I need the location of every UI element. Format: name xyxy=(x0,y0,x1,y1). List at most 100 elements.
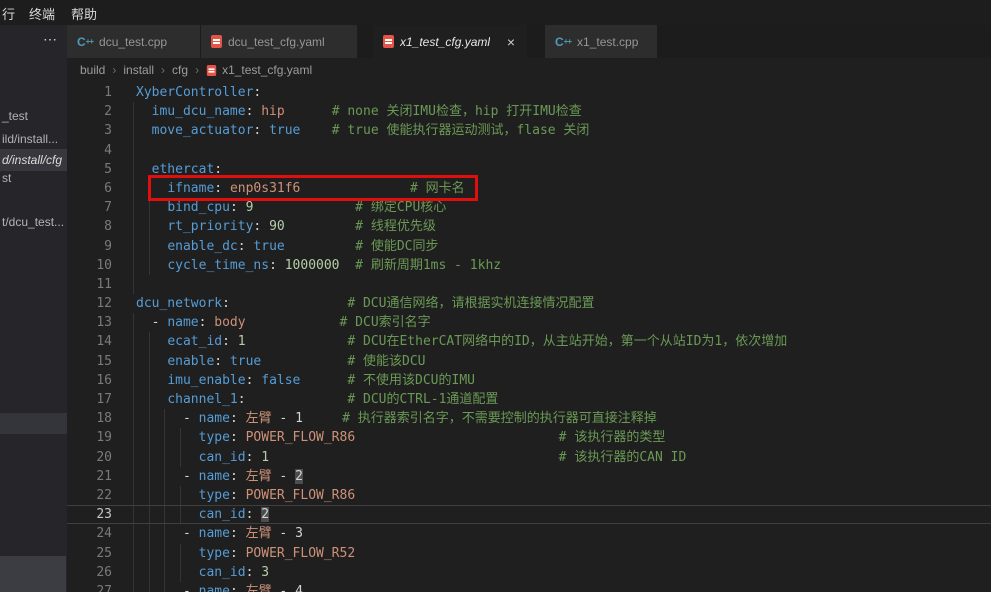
code-text: cycle_time_ns: 1000000 # 刷新周期1ms - 1khz xyxy=(136,256,501,275)
line-number: 11 xyxy=(67,275,112,294)
breadcrumb-segment[interactable]: cfg xyxy=(172,63,188,77)
code-text: rt_priority: 90 # 线程优先级 xyxy=(136,217,436,236)
code-line[interactable]: 13 - name: body # DCU索引名字 xyxy=(67,313,991,332)
code-line[interactable]: 15 enable: true # 使能该DCU xyxy=(67,352,991,371)
code-line[interactable]: 19 type: POWER_FLOW_R86 # 该执行器的类型 xyxy=(67,428,991,447)
cpp-icon: C++ xyxy=(77,35,93,49)
line-number: 22 xyxy=(67,486,112,505)
indent-guide xyxy=(133,582,134,592)
yaml-icon xyxy=(207,64,216,75)
indent-guide xyxy=(133,160,134,179)
code-text: enable_dc: true # 使能DC同步 xyxy=(136,237,439,256)
code-line[interactable]: 9 enable_dc: true # 使能DC同步 xyxy=(67,237,991,256)
indent-guide xyxy=(133,217,134,236)
sidebar-item[interactable]: ild/install... xyxy=(2,132,58,146)
sidebar-bottom-panel xyxy=(0,556,66,592)
code-line[interactable]: 5 ethercat: xyxy=(67,160,991,179)
sidebar-item-selected[interactable]: d/install/cfg xyxy=(0,149,67,171)
chevron-right-icon: › xyxy=(112,63,116,77)
code-line[interactable]: 11 xyxy=(67,275,991,294)
code-text: ecat_id: 1 # DCU在EtherCAT网络中的ID，从主站开始，第一… xyxy=(136,332,787,351)
line-number: 21 xyxy=(67,467,112,486)
breadcrumb-segment[interactable]: install xyxy=(123,63,154,77)
code-line[interactable]: 27 - name: 左臂 - 4 xyxy=(67,582,991,592)
code-line[interactable]: 14 ecat_id: 1 # DCU在EtherCAT网络中的ID，从主站开始… xyxy=(67,332,991,351)
breadcrumb-segment[interactable]: build xyxy=(80,63,105,77)
code-line[interactable]: 17 channel_1: # DCU的CTRL-1通道配置 xyxy=(67,390,991,409)
more-actions-icon[interactable]: ⋯ xyxy=(43,31,58,48)
code-line[interactable]: 4 xyxy=(67,141,991,160)
code-line[interactable]: 26 can_id: 3 xyxy=(67,563,991,582)
line-number: 25 xyxy=(67,544,112,563)
line-number: 24 xyxy=(67,524,112,543)
tab-dcu_test_cfg-yaml[interactable]: dcu_test_cfg.yaml xyxy=(201,25,358,58)
code-line[interactable]: 2 imu_dcu_name: hip # none 关闭IMU检查，hip 打… xyxy=(67,102,991,121)
tab-label: dcu_test.cpp xyxy=(99,35,167,49)
sidebar-item[interactable]: t/dcu_test... xyxy=(2,215,64,229)
code-line[interactable]: 24 - name: 左臂 - 3 xyxy=(67,524,991,543)
code-line[interactable]: 8 rt_priority: 90 # 线程优先级 xyxy=(67,217,991,236)
breadcrumb-file[interactable]: x1_test_cfg.yaml xyxy=(222,63,312,77)
code-line[interactable]: 25 type: POWER_FLOW_R52 xyxy=(67,544,991,563)
indent-guide xyxy=(133,428,134,447)
menu-bar: 行 终端 帮助 xyxy=(0,0,991,25)
indent-guide xyxy=(133,102,134,121)
code-line[interactable]: 23 can_id: 2 xyxy=(67,505,991,524)
code-text: can_id: 2 xyxy=(136,506,269,523)
code-text: bind_cpu: 9 # 绑定CPU核心 xyxy=(136,198,446,217)
code-line[interactable]: 22 type: POWER_FLOW_R86 xyxy=(67,486,991,505)
code-line[interactable]: 1XyberController: xyxy=(67,83,991,102)
indent-guide xyxy=(133,332,134,351)
menu-item-help[interactable]: 帮助 xyxy=(71,4,97,23)
code-line[interactable]: 16 imu_enable: false # 不使用该DCU的IMU xyxy=(67,371,991,390)
line-number: 26 xyxy=(67,563,112,582)
code-text: imu_dcu_name: hip # none 关闭IMU检查，hip 打开I… xyxy=(136,102,582,121)
close-icon[interactable]: × xyxy=(505,34,517,50)
indent-guide xyxy=(133,179,134,198)
yaml-icon xyxy=(383,35,394,48)
menu-item-run[interactable]: 行 xyxy=(2,4,15,23)
tab-x1_test_cfg-yaml-active[interactable]: x1_test_cfg.yaml × xyxy=(373,25,528,58)
indent-guide xyxy=(133,313,134,332)
line-number: 16 xyxy=(67,371,112,390)
line-number: 6 xyxy=(67,179,112,198)
code-text: ethercat: xyxy=(136,160,222,179)
code-line[interactable]: 21 - name: 左臂 - 2 xyxy=(67,467,991,486)
indent-guide xyxy=(133,467,134,486)
sidebar-item[interactable]: _test xyxy=(2,109,28,123)
indent-guide xyxy=(133,371,134,390)
sidebar: ⋯ _test ild/install... d/install/cfg st … xyxy=(0,25,67,592)
indent-guide xyxy=(133,486,134,505)
line-number: 13 xyxy=(67,313,112,332)
chevron-right-icon: › xyxy=(161,63,165,77)
indent-guide xyxy=(133,524,134,543)
code-text: XyberController: xyxy=(136,83,261,102)
code-text: - name: 左臂 - 3 xyxy=(136,524,303,543)
code-line[interactable]: 6 ifname: enp0s31f6 # 网卡名 xyxy=(67,179,991,198)
indent-guide xyxy=(133,448,134,467)
line-number: 8 xyxy=(67,217,112,236)
tab-x1_test-cpp[interactable]: C++ x1_test.cpp xyxy=(545,25,658,58)
sidebar-item[interactable]: st xyxy=(2,171,11,185)
sidebar-highlighted-row[interactable] xyxy=(0,413,67,434)
yaml-icon xyxy=(211,35,222,48)
code-text: - name: 左臂 - 1 # 执行器索引名字，不需要控制的执行器可直接注释掉 xyxy=(136,409,657,428)
code-line[interactable]: 7 bind_cpu: 9 # 绑定CPU核心 xyxy=(67,198,991,217)
code-line[interactable]: 20 can_id: 1 # 该执行器的CAN ID xyxy=(67,448,991,467)
code-line[interactable]: 3 move_actuator: true # true 使能执行器运动测试，f… xyxy=(67,121,991,140)
line-number: 17 xyxy=(67,390,112,409)
tab-dcu_test-cpp[interactable]: C++ dcu_test.cpp xyxy=(67,25,201,58)
menu-item-terminal[interactable]: 终端 xyxy=(29,4,55,23)
line-number: 4 xyxy=(67,141,112,160)
line-number: 23 xyxy=(67,506,112,523)
line-number: 15 xyxy=(67,352,112,371)
code-line[interactable]: 18 - name: 左臂 - 1 # 执行器索引名字，不需要控制的执行器可直接… xyxy=(67,409,991,428)
code-line[interactable]: 12dcu_network: # DCU通信网络，请根据实机连接情况配置 xyxy=(67,294,991,313)
indent-guide xyxy=(133,121,134,140)
tab-label: x1_test_cfg.yaml xyxy=(400,35,490,49)
line-number: 27 xyxy=(67,582,112,592)
line-number: 7 xyxy=(67,198,112,217)
code-line[interactable]: 10 cycle_time_ns: 1000000 # 刷新周期1ms - 1k… xyxy=(67,256,991,275)
code-text: can_id: 3 xyxy=(136,563,269,582)
code-editor[interactable]: 1XyberController:2 imu_dcu_name: hip # n… xyxy=(67,82,991,592)
